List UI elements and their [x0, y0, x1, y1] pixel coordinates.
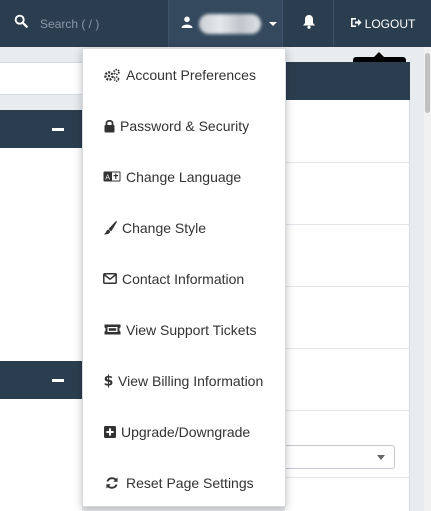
menu-item-change-style[interactable]: Change Style — [83, 202, 285, 253]
menu-item-view-billing-information[interactable]: $ View Billing Information — [83, 355, 285, 406]
plus-square-icon — [103, 425, 116, 438]
scrollbar[interactable] — [424, 47, 431, 511]
svg-text:A: A — [105, 173, 110, 181]
left-panel-header — [0, 110, 82, 148]
menu-item-label: View Billing Information — [118, 372, 264, 389]
top-navbar: Search ( / ) LOGOUT — [0, 0, 431, 47]
menu-item-view-support-tickets[interactable]: View Support Tickets — [83, 304, 285, 355]
divider — [285, 286, 410, 287]
divider — [285, 162, 410, 163]
collapse-minus-icon[interactable] — [52, 379, 64, 382]
menu-item-change-language[interactable]: A Change Language — [83, 151, 285, 202]
chevron-down-icon — [377, 455, 385, 460]
collapse-minus-icon[interactable] — [52, 128, 64, 131]
paint-brush-icon — [103, 220, 117, 235]
svg-text:$: $ — [104, 374, 113, 389]
left-panel-top — [0, 62, 82, 95]
menu-item-label: Contact Information — [122, 270, 245, 287]
refresh-icon — [103, 476, 121, 490]
user-dropdown-menu: Account Preferences Password & Security … — [82, 48, 286, 507]
user-menu-button[interactable] — [168, 0, 283, 47]
menu-item-label: Reset Page Settings — [126, 474, 254, 491]
divider — [285, 348, 410, 349]
menu-item-upgrade-downgrade[interactable]: Upgrade/Downgrade — [83, 406, 285, 457]
language-icon: A — [103, 171, 121, 182]
logout-label: LOGOUT — [364, 16, 416, 31]
logout-button[interactable]: LOGOUT — [334, 0, 431, 47]
menu-item-label: Change Language — [126, 168, 242, 185]
menu-item-reset-page-settings[interactable]: Reset Page Settings — [83, 457, 285, 508]
menu-item-contact-information[interactable]: Contact Information — [83, 253, 285, 304]
notifications-button[interactable] — [284, 0, 334, 47]
username-redacted — [199, 13, 261, 34]
left-panel-body — [0, 148, 82, 361]
ticket-icon — [103, 324, 121, 335]
divider — [285, 224, 410, 225]
menu-item-label: View Support Tickets — [126, 321, 257, 338]
lock-icon — [103, 119, 115, 133]
user-icon — [181, 15, 193, 33]
menu-item-account-preferences[interactable]: Account Preferences — [83, 49, 285, 100]
menu-item-label: Change Style — [122, 219, 207, 236]
cogs-icon — [103, 68, 121, 82]
search-icon — [14, 14, 28, 33]
select-dropdown[interactable] — [285, 445, 395, 469]
search-placeholder: Search ( / ) — [40, 16, 100, 31]
menu-item-label: Upgrade/Downgrade — [121, 423, 251, 440]
menu-item-label: Account Preferences — [126, 66, 256, 83]
search-box[interactable]: Search ( / ) — [0, 0, 168, 47]
menu-item-password-security[interactable]: Password & Security — [83, 100, 285, 151]
dollar-icon: $ — [103, 373, 113, 389]
menu-item-label: Password & Security — [120, 117, 250, 134]
sign-out-icon — [350, 17, 365, 31]
divider — [285, 477, 410, 478]
divider — [285, 410, 410, 411]
envelope-icon — [103, 273, 117, 284]
right-panel-header — [285, 62, 410, 100]
left-panel-body-2 — [0, 399, 82, 511]
caret-down-icon — [269, 21, 277, 26]
scrollbar-thumb[interactable] — [425, 53, 430, 113]
left-panel-header-2 — [0, 361, 82, 399]
bell-icon — [302, 14, 316, 34]
